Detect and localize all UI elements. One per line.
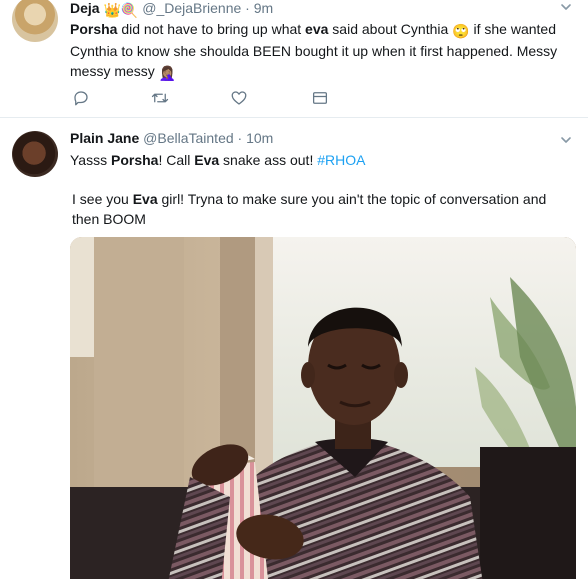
chevron-down-icon[interactable] <box>560 0 572 12</box>
facepalm-emoji: 🤦🏽‍♀️ <box>158 65 177 81</box>
avatar[interactable] <box>12 0 58 42</box>
heart-icon[interactable] <box>230 89 250 109</box>
retweet-icon[interactable] <box>150 89 170 109</box>
tweet-text: Porsha did not have to bring up what eva… <box>70 21 558 81</box>
name-emojis: 👑🍭 <box>103 2 139 18</box>
tweet-actions <box>70 89 370 109</box>
reply-icon[interactable] <box>72 89 92 109</box>
tweet-plain-jane[interactable]: Plain Jane @BellaTainted · 10m Yasss Por… <box>0 119 588 579</box>
tweet-media-gif[interactable] <box>70 237 576 579</box>
hashtag-link[interactable]: #RHOA <box>317 152 365 168</box>
tweet-header: Plain Jane @BellaTainted · 10m <box>70 129 273 147</box>
user-handle[interactable]: @BellaTainted <box>143 130 234 146</box>
timestamp[interactable]: 9m <box>254 0 273 16</box>
timestamp[interactable]: 10m <box>246 130 273 146</box>
avatar[interactable] <box>12 131 58 177</box>
tweet-text: Yasss Porsha! Call Eva snake ass out! #R… <box>70 152 366 168</box>
separator-dot: · <box>237 130 243 146</box>
display-name[interactable]: Plain Jane <box>70 130 139 146</box>
tweet-text-paragraph-2: I see you Eva girl! Tryna to make sure y… <box>72 191 547 227</box>
tweet-deja[interactable]: Deja 👑🍭 @_DejaBrienne · 9m Porsha did no… <box>0 0 588 118</box>
eye-roll-emoji: 🙄 <box>452 23 470 39</box>
separator-dot: · <box>245 0 250 16</box>
chevron-down-icon[interactable] <box>560 133 572 145</box>
display-name[interactable]: Deja <box>70 0 100 16</box>
user-handle[interactable]: @_DejaBrienne <box>142 0 241 16</box>
tweet-header: Deja 👑🍭 @_DejaBrienne · 9m <box>70 0 273 19</box>
mail-icon[interactable] <box>311 89 331 109</box>
